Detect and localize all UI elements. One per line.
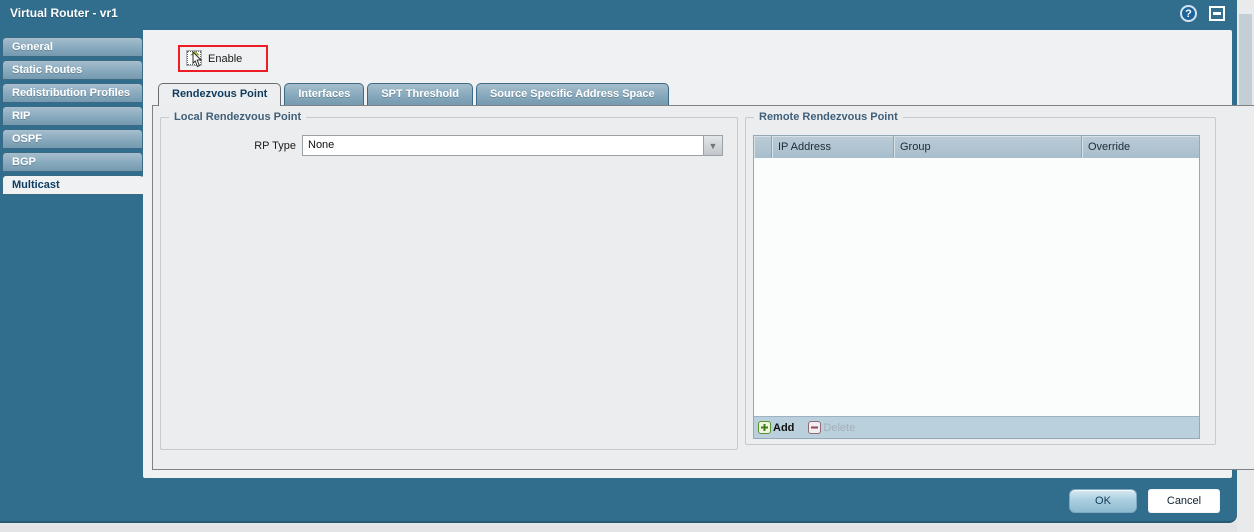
tab-bar: Rendezvous Point Interfaces SPT Threshol…	[158, 83, 669, 106]
virtual-router-dialog: Virtual Router - vr1 ? General Static Ro…	[0, 0, 1254, 523]
sidebar: General Static Routes Redistribution Pro…	[2, 37, 144, 198]
remote-rendezvous-point-group: Remote Rendezvous Point IP Address Group…	[745, 111, 1216, 445]
delete-icon	[808, 421, 822, 434]
remote-rp-table-header: IP Address Group Override	[754, 136, 1199, 158]
sidebar-item-bgp[interactable]: BGP	[2, 152, 143, 172]
rendezvous-point-tab-panel: Local Rendezvous Point RP Type None ▼ Re…	[152, 105, 1254, 470]
sidebar-item-redistribution-profiles[interactable]: Redistribution Profiles	[2, 83, 143, 103]
local-rendezvous-point-legend: Local Rendezvous Point	[174, 111, 302, 123]
delete-button-label: Delete	[823, 421, 856, 434]
chevron-down-icon[interactable]: ▼	[703, 135, 723, 156]
column-header-selector[interactable]	[754, 136, 772, 158]
column-header-ip-address[interactable]: IP Address	[772, 136, 894, 158]
enable-checkbox-label: Enable	[208, 52, 243, 65]
rp-type-select[interactable]: None ▼	[302, 135, 723, 156]
sidebar-item-general[interactable]: General	[2, 37, 143, 57]
cancel-button[interactable]: Cancel	[1148, 489, 1220, 513]
remote-rp-table-toolbar: Add Delete	[754, 416, 1199, 438]
help-icon[interactable]: ?	[1180, 5, 1197, 22]
minimize-icon[interactable]	[1209, 6, 1225, 21]
tab-spt-threshold[interactable]: SPT Threshold	[367, 83, 473, 105]
rp-type-label: RP Type	[254, 139, 296, 152]
add-button[interactable]: Add	[758, 421, 794, 434]
tab-source-specific-address-space[interactable]: Source Specific Address Space	[475, 83, 669, 105]
remote-rp-table-body	[754, 158, 1199, 416]
page-background	[0, 525, 1237, 532]
enable-checkbox[interactable]	[186, 49, 206, 69]
sidebar-item-rip[interactable]: RIP	[2, 106, 143, 126]
dialog-title: Virtual Router - vr1	[10, 6, 118, 20]
delete-button[interactable]: Delete	[808, 421, 855, 434]
local-rendezvous-point-group: Local Rendezvous Point RP Type None ▼	[160, 111, 738, 450]
annotation-highlight: Enable	[178, 45, 268, 72]
tab-interfaces[interactable]: Interfaces	[284, 83, 365, 105]
add-icon	[758, 421, 771, 434]
remote-rp-table: IP Address Group Override Add Delete	[753, 135, 1200, 439]
dialog-footer: OK Cancel	[1069, 489, 1220, 513]
rp-type-value: None	[302, 135, 703, 156]
sidebar-item-ospf[interactable]: OSPF	[2, 129, 143, 149]
remote-rendezvous-point-legend: Remote Rendezvous Point	[759, 111, 898, 123]
mouse-cursor-icon	[190, 50, 203, 67]
multicast-panel: Enable Rendezvous Point Interfaces SPT T…	[143, 30, 1254, 478]
sidebar-item-static-routes[interactable]: Static Routes	[2, 60, 143, 80]
add-button-label: Add	[773, 421, 795, 434]
column-header-override[interactable]: Override	[1082, 136, 1199, 158]
titlebar: Virtual Router - vr1 ?	[0, 0, 1237, 27]
tab-rendezvous-point[interactable]: Rendezvous Point	[158, 83, 282, 106]
sidebar-item-multicast[interactable]: Multicast	[2, 175, 144, 195]
rp-type-row: RP Type None ▼	[161, 135, 737, 156]
column-header-group[interactable]: Group	[894, 136, 1082, 158]
ok-button[interactable]: OK	[1069, 489, 1137, 513]
